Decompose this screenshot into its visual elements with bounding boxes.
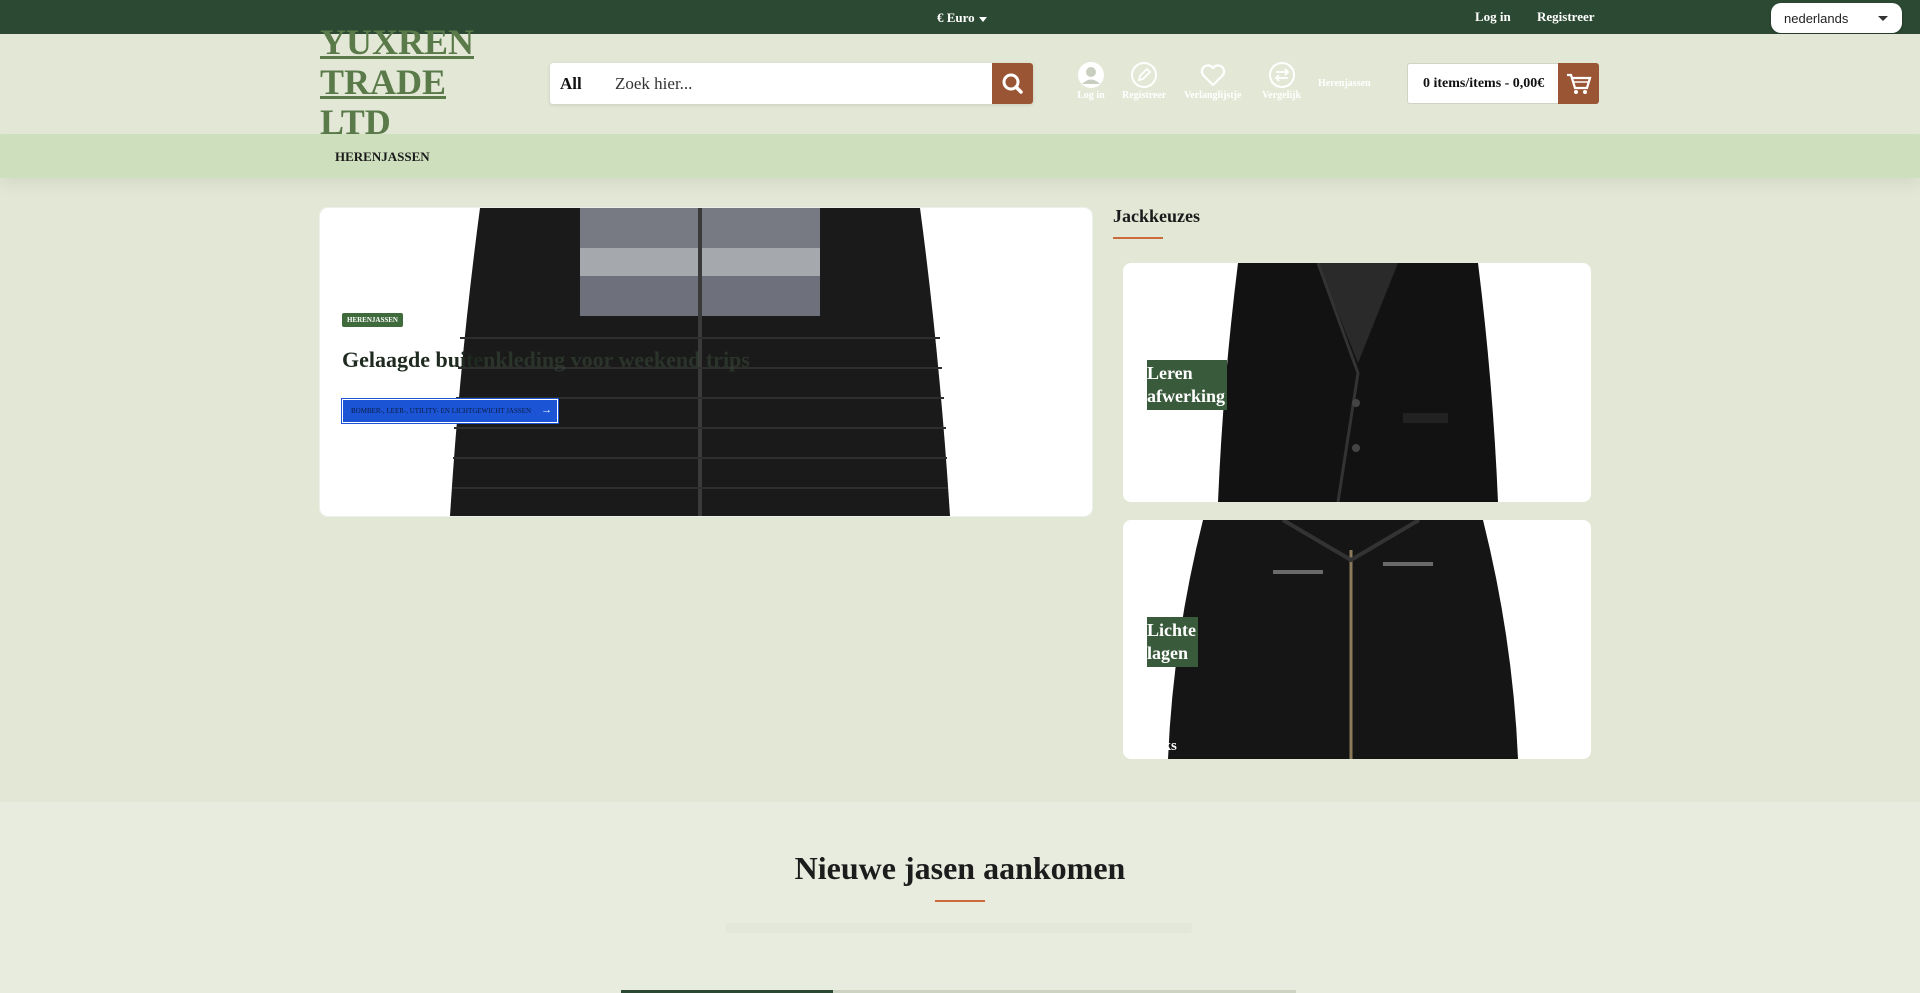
header-wishlist-label: Verlanglijstje xyxy=(1184,90,1242,101)
compare-icon xyxy=(1268,62,1295,88)
nav-item-herenjassen[interactable]: HERENJASSEN xyxy=(335,149,430,165)
new-arrivals-title: Nieuwe jasen aankomen xyxy=(794,850,1126,886)
side-card-tag: Leren afwerking xyxy=(1147,360,1227,410)
top-bar: € Euro Log in Registreer nederlands xyxy=(0,0,1920,34)
category-nav: HERENJASSEN xyxy=(0,134,1920,178)
search-bar: All xyxy=(550,63,1033,104)
header-login[interactable]: Log in xyxy=(1077,61,1105,101)
hero-cta-button[interactable]: BOMBER-, LEER-, UTILITY- EN LICHTGEWICHT… xyxy=(340,398,560,424)
language-label: nederlands xyxy=(1784,11,1849,26)
header-wishlist[interactable]: Verlanglijstje xyxy=(1184,61,1241,101)
caret-down-icon xyxy=(978,16,987,22)
header-register[interactable]: Registreer xyxy=(1122,61,1166,101)
side-title-underline xyxy=(1113,237,1163,239)
language-select[interactable]: nederlands xyxy=(1771,3,1902,33)
tag-line1: Lichte xyxy=(1147,620,1196,640)
heart-icon xyxy=(1200,64,1225,87)
side-section-title: Jackkeuzes xyxy=(1113,206,1200,226)
cart-icon xyxy=(1567,73,1592,94)
site-logo[interactable]: YUXREN TRADE LTD xyxy=(320,22,490,142)
cart-total: 0 items/items - 0,00€ xyxy=(1423,76,1545,91)
side-card-light-layers[interactable]: Lichte lagen cks xyxy=(1123,520,1591,759)
tag-line1: Leren xyxy=(1147,363,1193,383)
side-card-sub: cks xyxy=(1156,738,1177,754)
cart-summary[interactable]: 0 items/items - 0,00€ xyxy=(1407,63,1599,104)
new-arrivals-underline xyxy=(935,900,985,902)
search-button[interactable] xyxy=(992,63,1033,104)
side-card-leather[interactable]: Leren afwerking m xyxy=(1123,263,1591,502)
header-compare[interactable]: Vergelijk xyxy=(1262,61,1301,101)
side-card-tag: Lichte lagen xyxy=(1147,617,1198,667)
hero-banner[interactable]: HERENJASSEN Gelaagde buitenkleding voor … xyxy=(320,208,1092,516)
header-compare-label: Vergelijk xyxy=(1262,90,1302,101)
leather-jacket-image xyxy=(1168,520,1518,759)
search-input[interactable] xyxy=(615,63,935,104)
hero-title-faded: nkleding voor weekend trips xyxy=(483,347,750,372)
header-login-label: Log in xyxy=(1077,90,1105,101)
top-login-link[interactable]: Log in xyxy=(1475,9,1511,25)
pencil-icon xyxy=(1131,62,1158,88)
header-register-label: Registreer xyxy=(1122,90,1167,101)
search-category-select[interactable]: All xyxy=(560,74,582,94)
tag-line2: lagen xyxy=(1147,643,1189,663)
arrow-right-icon: → xyxy=(541,404,553,416)
hero-title: Gelaagde buitenkleding voor weekend trip… xyxy=(342,347,750,373)
leather-blazer-image xyxy=(1218,263,1498,502)
new-arrivals-tabs[interactable] xyxy=(726,923,1192,933)
tag-line2: afwerking xyxy=(1147,386,1225,406)
new-arrivals-section: Nieuwe jasen aankomen xyxy=(0,802,1920,993)
chevron-down-icon xyxy=(1878,16,1888,21)
header-category-link[interactable]: Herenjassen xyxy=(1318,78,1371,89)
user-icon xyxy=(1078,62,1104,88)
hero-badge: HERENJASSEN xyxy=(342,313,403,327)
top-register-link[interactable]: Registreer xyxy=(1537,9,1595,25)
side-card-sub: m xyxy=(1171,478,1184,494)
currency-selector[interactable]: € Euro xyxy=(937,10,987,26)
hero-title-visible: Gelaagde buite xyxy=(342,347,484,372)
hero-cta-label: BOMBER-, LEER-, UTILITY- EN LICHTGEWICHT… xyxy=(351,407,532,415)
search-icon xyxy=(1002,73,1023,94)
cart-button[interactable] xyxy=(1558,63,1599,104)
currency-label: € Euro xyxy=(937,10,975,25)
